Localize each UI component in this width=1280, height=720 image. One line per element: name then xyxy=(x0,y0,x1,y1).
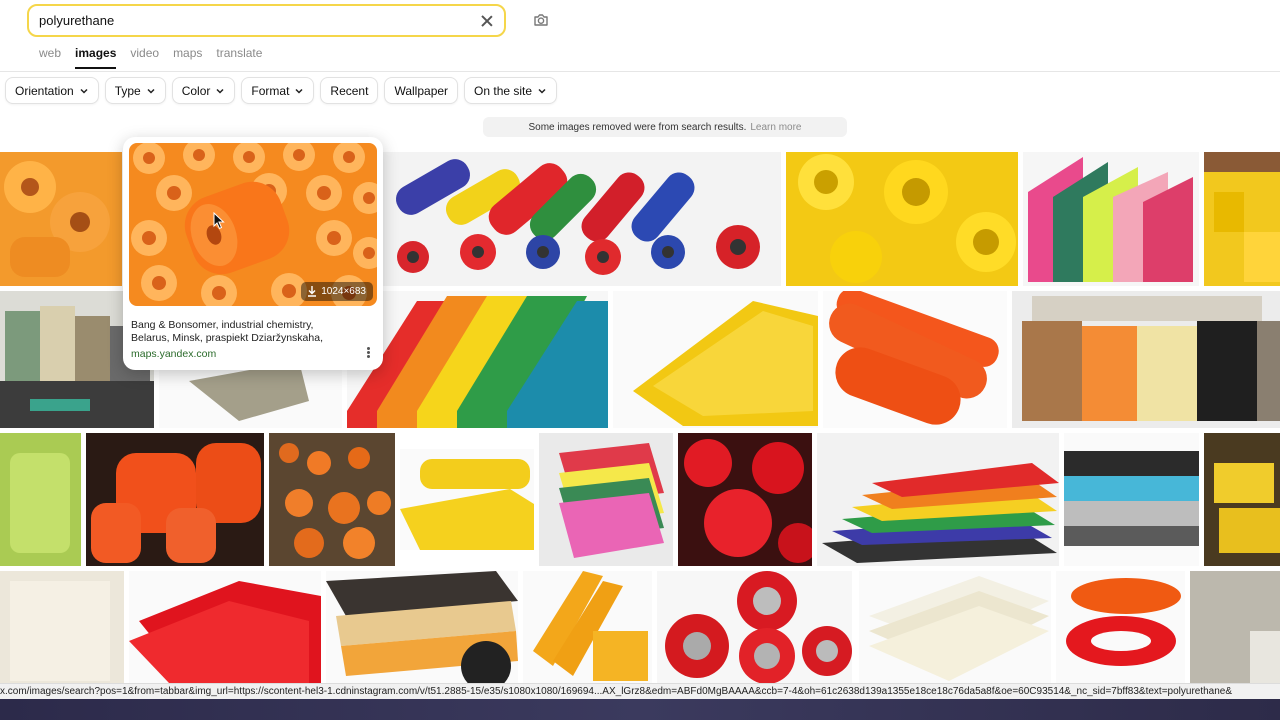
filter-type[interactable]: Type xyxy=(104,77,166,104)
image-result[interactable] xyxy=(0,152,122,286)
filter-recent[interactable]: Recent xyxy=(320,77,379,104)
chevron-down-icon xyxy=(216,88,224,94)
image-result[interactable] xyxy=(678,433,812,566)
chevron-down-icon xyxy=(538,88,546,94)
image-result[interactable] xyxy=(86,433,264,566)
search-input[interactable]: polyurethane xyxy=(27,4,506,37)
filter-label: Color xyxy=(181,83,211,98)
tab-translate[interactable]: translate xyxy=(216,46,262,69)
mouse-cursor-icon xyxy=(213,212,225,230)
image-result[interactable] xyxy=(657,571,852,683)
header-divider xyxy=(0,71,1280,72)
image-result[interactable] xyxy=(383,152,781,286)
download-icon xyxy=(308,286,317,297)
learn-more-link[interactable]: Learn more xyxy=(750,122,801,133)
image-result[interactable] xyxy=(523,571,652,683)
image-result[interactable] xyxy=(859,571,1051,683)
taskbar xyxy=(0,699,1280,720)
image-result[interactable] xyxy=(1204,433,1280,566)
image-size: 1024×683 xyxy=(321,286,366,297)
search-type-tabs: web images video maps translate xyxy=(39,46,262,69)
search-query-text[interactable]: polyurethane xyxy=(39,13,480,28)
filter-label: Recent xyxy=(330,83,369,98)
image-preview-card[interactable]: 1024×683 Bang & Bonsomer, industrial che… xyxy=(123,137,383,370)
image-result[interactable] xyxy=(0,571,124,683)
image-result[interactable] xyxy=(400,449,534,550)
tab-video[interactable]: video xyxy=(130,46,159,69)
chevron-down-icon xyxy=(295,88,303,94)
filter-color[interactable]: Color xyxy=(171,77,236,104)
image-result[interactable] xyxy=(1064,433,1199,566)
image-result[interactable] xyxy=(0,433,81,566)
filter-label: Type xyxy=(114,83,141,98)
filter-label: Orientation xyxy=(15,83,74,98)
download-size-badge[interactable]: 1024×683 xyxy=(301,282,373,301)
more-options-icon[interactable] xyxy=(365,346,371,360)
filter-bar: Orientation Type Color Format Recent Wal… xyxy=(5,77,558,104)
image-result[interactable] xyxy=(1023,152,1199,286)
filter-label: Format xyxy=(251,83,290,98)
tab-web[interactable]: web xyxy=(39,46,61,69)
image-description: Bang & Bonsomer, industrial chemistry, B… xyxy=(131,319,323,344)
removed-results-notice: Some images removed were from search res… xyxy=(483,117,847,137)
image-source-link[interactable]: maps.yandex.com xyxy=(131,348,216,360)
image-result[interactable] xyxy=(1012,291,1280,428)
filter-on-the-site[interactable]: On the site xyxy=(464,77,558,104)
image-result[interactable] xyxy=(613,291,818,428)
filter-orientation[interactable]: Orientation xyxy=(5,77,99,104)
filter-label: Wallpaper xyxy=(394,83,449,98)
image-result[interactable] xyxy=(817,433,1059,566)
image-result[interactable] xyxy=(326,571,518,683)
filter-wallpaper[interactable]: Wallpaper xyxy=(384,77,459,104)
camera-search-icon[interactable] xyxy=(532,11,550,29)
image-result[interactable] xyxy=(1056,571,1185,683)
tab-maps[interactable]: maps xyxy=(173,46,202,69)
tab-images[interactable]: images xyxy=(75,46,117,69)
notice-text: Some images removed were from search res… xyxy=(528,121,747,133)
image-result[interactable] xyxy=(539,433,673,566)
image-result[interactable] xyxy=(823,291,1007,428)
chevron-down-icon xyxy=(147,88,155,94)
clear-search-icon[interactable] xyxy=(480,14,494,28)
filter-label: On the site xyxy=(474,83,533,98)
image-result[interactable] xyxy=(269,433,395,566)
image-result[interactable] xyxy=(347,291,608,428)
image-result[interactable] xyxy=(1190,571,1280,683)
yandex-images-page: polyurethane web images video maps trans… xyxy=(0,0,1280,720)
link-status-bar: x.com/images/search?pos=1&from=tabbar&im… xyxy=(0,683,1280,699)
image-result[interactable] xyxy=(1204,152,1280,286)
chevron-down-icon xyxy=(80,88,88,94)
image-result[interactable] xyxy=(129,571,321,683)
image-result[interactable] xyxy=(786,152,1018,286)
filter-format[interactable]: Format xyxy=(241,77,315,104)
